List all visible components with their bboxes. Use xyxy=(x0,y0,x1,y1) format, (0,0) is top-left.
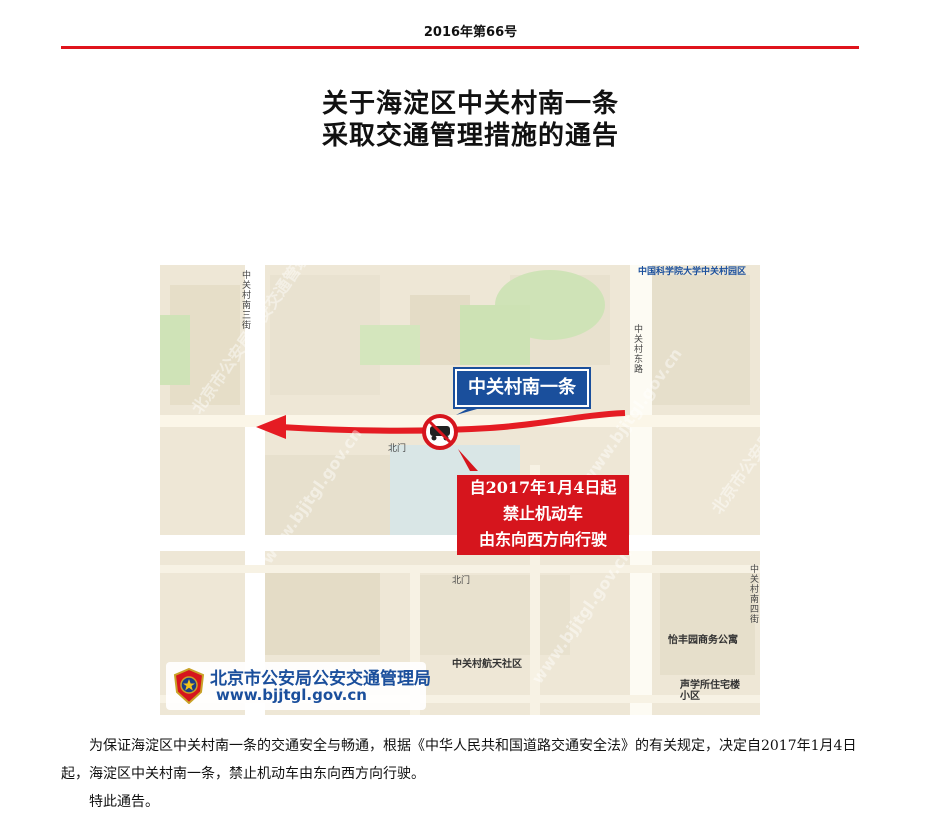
agency-logo: 北京市公安局公安交通管理局 www.bjjtgl.gov.cn xyxy=(166,662,431,710)
notice-line-2: 禁止机动车 xyxy=(502,504,583,523)
notice-closing: 特此通告。 xyxy=(89,794,159,810)
header-divider xyxy=(61,46,859,49)
gate-label: 北门 xyxy=(452,576,471,586)
street-label: 中关村南三街 xyxy=(242,271,252,331)
poi-label: 中关村航天社区 xyxy=(452,659,522,670)
road-name-label: 中关村南一条 xyxy=(455,369,589,407)
poi-label: 怡丰园商务公寓 xyxy=(668,635,738,646)
notice-paragraph: 为保证海淀区中关村南一条的交通安全与畅通，根据《中华人民共和国道路交通安全法》的… xyxy=(61,738,857,782)
street-label: 中关村东路 xyxy=(634,325,644,375)
poi-label: 声学所住宅楼小区 xyxy=(680,680,740,702)
notice-line-1: 自2017年1月4日起 xyxy=(469,478,617,497)
restriction-notice-label: 自2017年1月4日起 禁止机动车 由东向西方向行驶 xyxy=(457,475,629,555)
poi-label: 中国科学院大学中关村园区 xyxy=(638,267,747,277)
police-badge-icon xyxy=(173,668,205,704)
title-line-2: 采取交通管理措施的通告 xyxy=(321,121,619,151)
agency-url: www.bjjtgl.gov.cn xyxy=(216,686,367,704)
notice-title: 关于海淀区中关村南一条 采取交通管理措施的通告 xyxy=(0,88,941,152)
title-line-1: 关于海淀区中关村南一条 xyxy=(321,89,619,119)
issue-number: 2016年第66号 xyxy=(423,25,518,40)
gate-label: 北门 xyxy=(388,444,407,454)
street-label: 中关村南四街 xyxy=(750,565,760,625)
traffic-map: 北京市公安局公安交通管理局 www.bjjtgl.gov.cn www.bjjt… xyxy=(160,265,760,715)
notice-line-3: 由东向西方向行驶 xyxy=(478,530,607,549)
